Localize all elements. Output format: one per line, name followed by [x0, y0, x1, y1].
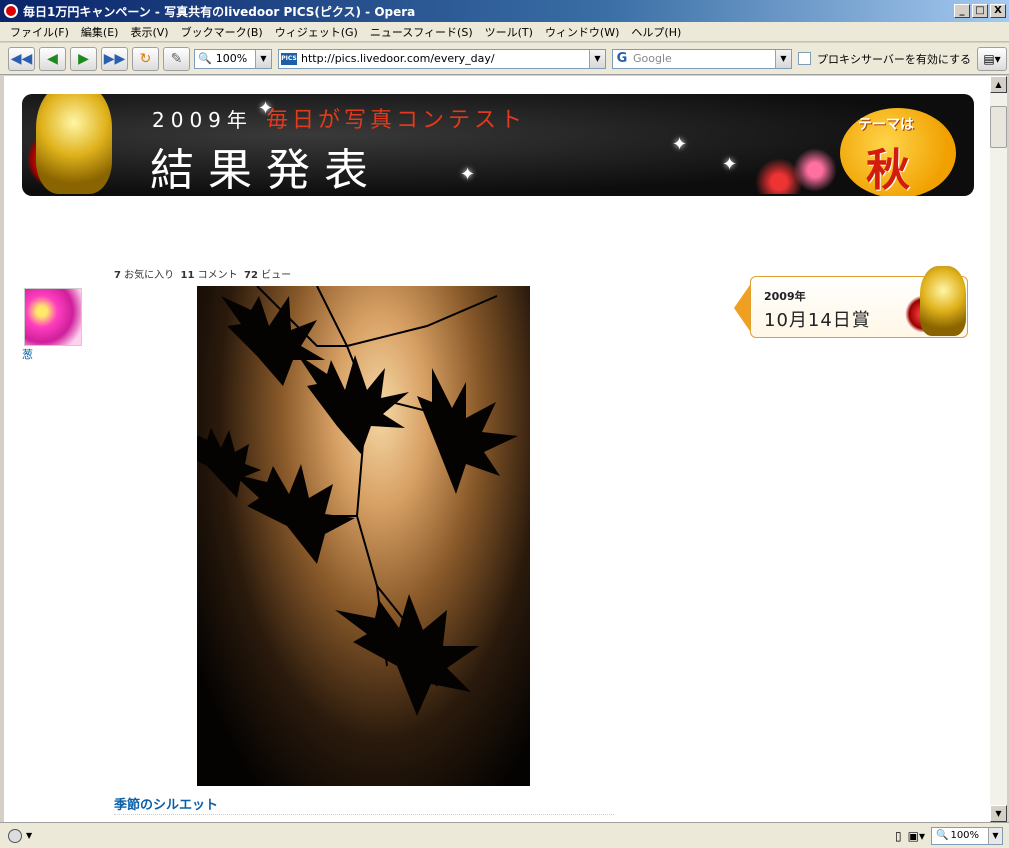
menu-widgets[interactable]: ウィジェット(G)	[269, 24, 364, 40]
banner-year: 2009年	[152, 108, 253, 132]
chevron-down-icon[interactable]: ▼	[26, 831, 32, 840]
zoom-select[interactable]: 🔍 100% ▼	[194, 48, 272, 69]
award-year: 2009年	[764, 290, 806, 303]
menu-file[interactable]: ファイル(F)	[4, 24, 75, 40]
search-input[interactable]: Google	[629, 52, 672, 65]
scroll-down-button[interactable]: ▼	[990, 805, 1007, 822]
status-bar: ▼ ▯ ▣▾ 🔍 100% ▼	[0, 822, 1009, 848]
photo-title-link[interactable]: 季節のシルエット	[114, 794, 218, 813]
proxy-label: プロキシサーバーを有効にする	[817, 52, 971, 66]
photo-stats: 7 お気に入り 11 コメント 72 ビュー	[114, 266, 291, 281]
flowers-icon	[752, 134, 842, 194]
search-box[interactable]: G Google ▼	[612, 48, 792, 69]
network-status-icon[interactable]	[8, 828, 22, 843]
comments-label: コメント	[197, 270, 238, 281]
window-title: 毎日1万円キャンペーン - 写真共有のlivedoor PICS(ピクス) - …	[23, 4, 416, 19]
banner-result-heading: 結果発表	[150, 145, 382, 196]
address-input[interactable]: http://pics.livedoor.com/every_day/	[297, 52, 495, 65]
maple-silhouette-icon	[197, 286, 518, 716]
fast-forward-icon[interactable]: ▶▶	[101, 46, 128, 71]
opera-logo-icon	[4, 4, 18, 18]
page-viewport: 2009年 毎日が写真コンテスト 結果発表 ✦ ✦ ✦ ✦ テーマは 秋 7 お…	[4, 76, 990, 822]
address-bar[interactable]: PICS http://pics.livedoor.com/every_day/…	[278, 48, 606, 69]
maximize-button[interactable]: □	[972, 4, 988, 18]
comments-count: 11	[180, 270, 195, 281]
chevron-down-icon[interactable]: ▼	[589, 49, 605, 68]
trophy-icon	[920, 266, 966, 336]
google-icon: G	[616, 50, 628, 66]
sparkle-icon: ✦	[258, 98, 274, 119]
views-count: 72	[243, 270, 258, 281]
zoom-magnifier-icon: 🔍	[198, 52, 212, 65]
menu-bookmarks[interactable]: ブックマーク(B)	[175, 24, 269, 40]
window-title-bar: 毎日1万円キャンペーン - 写真共有のlivedoor PICS(ピクス) - …	[0, 0, 1009, 22]
menu-feeds[interactable]: ニュースフィード(S)	[364, 24, 479, 40]
zoom-magnifier-icon: 🔍	[936, 830, 949, 841]
site-favicon-icon: PICS	[281, 52, 297, 65]
status-zoom-value: 100%	[950, 830, 980, 841]
contest-banner: 2009年 毎日が写真コンテスト 結果発表 ✦ ✦ ✦ ✦ テーマは 秋	[22, 94, 974, 196]
avatar[interactable]	[24, 288, 82, 346]
reload-icon[interactable]: ↻	[132, 46, 159, 71]
divider	[114, 814, 614, 815]
page-icon[interactable]: ▯	[895, 829, 902, 843]
rewind-icon[interactable]: ◀◀	[8, 46, 35, 71]
scroll-thumb[interactable]	[990, 106, 1007, 148]
sparkle-icon: ✦	[460, 164, 476, 185]
award-date: 10月14日賞	[764, 310, 871, 331]
forward-icon[interactable]: ▶	[70, 46, 97, 71]
sparkle-icon: ✦	[722, 154, 738, 175]
navigation-toolbar: ◀◀ ◀ ▶ ▶▶ ↻ ✎ 🔍 100% ▼ PICS http://pics.…	[0, 43, 1009, 75]
proxy-checkbox[interactable]	[798, 52, 811, 65]
favorites-count: 7	[114, 270, 121, 281]
sparkle-icon: ✦	[672, 134, 688, 155]
theme-label: テーマは	[858, 117, 914, 133]
minimize-button[interactable]: _	[954, 4, 970, 18]
chevron-down-icon[interactable]: ▼	[988, 827, 1002, 844]
vertical-scrollbar[interactable]: ▲ ▼	[990, 76, 1007, 822]
back-icon[interactable]: ◀	[39, 46, 66, 71]
menu-bar: ファイル(F) 編集(E) 表示(V) ブックマーク(B) ウィジェット(G) …	[0, 22, 1009, 42]
trophy-icon	[36, 94, 112, 194]
username-link[interactable]: 葱	[22, 346, 33, 362]
menu-window[interactable]: ウィンドウ(W)	[539, 24, 625, 40]
chevron-down-icon[interactable]: ▼	[255, 49, 271, 68]
menu-tools[interactable]: ツール(T)	[479, 24, 539, 40]
menu-edit[interactable]: 編集(E)	[75, 24, 125, 40]
window-controls: _ □ X	[954, 4, 1006, 18]
banner-contest-title: 毎日が写真コンテスト	[266, 108, 527, 133]
menu-help[interactable]: ヘルプ(H)	[625, 24, 687, 40]
close-button[interactable]: X	[990, 4, 1006, 18]
views-label: ビュー	[261, 270, 292, 281]
favorites-label: お気に入り	[124, 270, 175, 281]
award-badge: 2009年 10月14日賞	[734, 266, 970, 340]
theme-value: 秋	[866, 145, 910, 196]
scroll-up-button[interactable]: ▲	[990, 76, 1007, 93]
zoom-value: 100%	[215, 52, 248, 65]
contest-photo[interactable]	[197, 286, 530, 786]
image-view-icon[interactable]: ▣▾	[908, 829, 925, 843]
chevron-down-icon[interactable]: ▼	[775, 49, 791, 68]
status-zoom-select[interactable]: 🔍 100% ▼	[931, 826, 1003, 845]
status-controls: ▯ ▣▾ 🔍 100% ▼	[895, 826, 1003, 845]
edit-icon[interactable]: ✎	[163, 46, 190, 71]
notes-icon[interactable]: ▤▾	[977, 46, 1007, 71]
menu-view[interactable]: 表示(V)	[124, 24, 174, 40]
